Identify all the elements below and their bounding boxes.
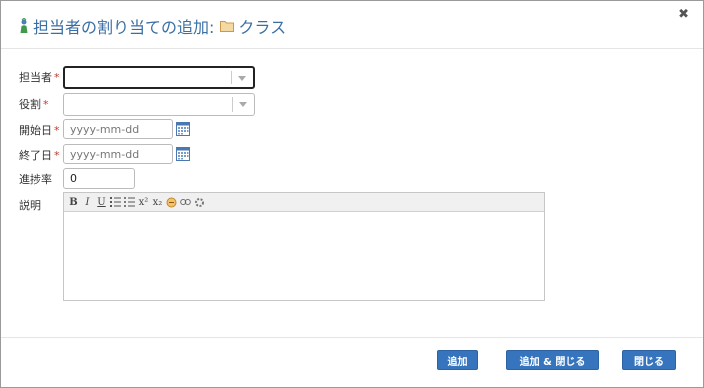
dialog-body: 担当者 * 役割 * 開始日 * yyyy-mm-dd 終了日 * yyyy-m… bbox=[1, 49, 703, 337]
ordered-list-icon[interactable] bbox=[110, 196, 121, 208]
dialog-footer: 追加 追加 & 閉じる 閉じる bbox=[1, 337, 703, 388]
assignee-label: 担当者 * bbox=[19, 71, 60, 84]
dialog-title-target: クラス bbox=[238, 18, 287, 37]
unlink-icon[interactable] bbox=[180, 196, 191, 208]
description-label: 説明 bbox=[19, 199, 41, 212]
hr-icon[interactable] bbox=[194, 196, 205, 208]
start-date-input[interactable] bbox=[63, 119, 173, 139]
close-icon[interactable]: ✖ bbox=[678, 7, 689, 22]
editor-toolbar: B I U x² x₂ bbox=[64, 193, 544, 212]
progress-label: 進捗率 bbox=[19, 173, 52, 186]
role-select[interactable] bbox=[63, 93, 255, 116]
folder-icon bbox=[220, 20, 235, 32]
add-close-button[interactable]: 追加 & 閉じる bbox=[506, 350, 599, 370]
progress-input[interactable] bbox=[63, 168, 135, 189]
role-label: 役割 * bbox=[19, 98, 49, 111]
required-mark: * bbox=[54, 124, 60, 137]
required-mark: * bbox=[54, 71, 60, 84]
subscript-button[interactable]: x₂ bbox=[152, 196, 163, 208]
superscript-button[interactable]: x² bbox=[138, 196, 149, 208]
dialog-header: 担当者の割り当ての追加: クラス ✖ bbox=[1, 1, 703, 49]
assignee-select[interactable] bbox=[63, 66, 255, 89]
editor-content[interactable] bbox=[64, 212, 544, 300]
end-date-label: 終了日 * bbox=[19, 149, 60, 162]
italic-button[interactable]: I bbox=[82, 196, 93, 208]
unordered-list-icon[interactable] bbox=[124, 196, 135, 208]
insert-link-icon[interactable] bbox=[166, 196, 177, 208]
dialog-title: 担当者の割り当ての追加: クラス bbox=[19, 14, 286, 38]
required-mark: * bbox=[43, 98, 49, 111]
chevron-down-icon[interactable] bbox=[239, 102, 247, 107]
start-date-label: 開始日 * bbox=[19, 124, 60, 137]
chevron-down-icon[interactable] bbox=[238, 76, 246, 81]
dialog-title-text: 担当者の割り当ての追加: bbox=[33, 18, 215, 37]
underline-button[interactable]: U bbox=[96, 196, 107, 208]
add-button[interactable]: 追加 bbox=[437, 350, 478, 370]
required-mark: * bbox=[54, 149, 60, 162]
calendar-icon[interactable] bbox=[176, 121, 190, 136]
bold-button[interactable]: B bbox=[68, 196, 79, 208]
close-button[interactable]: 閉じる bbox=[622, 350, 676, 370]
assignee-add-icon bbox=[19, 18, 29, 34]
description-editor[interactable]: B I U x² x₂ bbox=[63, 192, 545, 301]
end-date-input[interactable] bbox=[63, 144, 173, 164]
assignment-dialog: 担当者の割り当ての追加: クラス ✖ 担当者 * 役割 * 開始日 * yyyy… bbox=[0, 0, 704, 388]
calendar-icon[interactable] bbox=[176, 146, 190, 161]
